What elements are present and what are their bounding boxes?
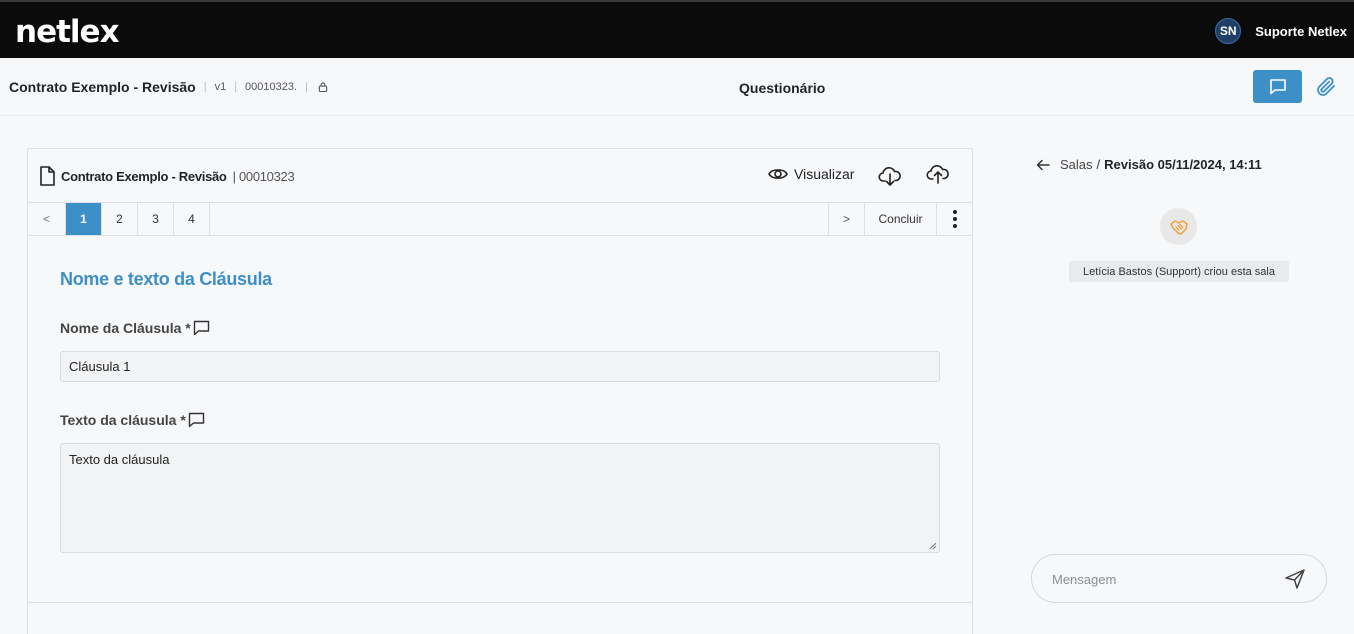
eye-icon bbox=[768, 169, 788, 179]
handshake-icon bbox=[1160, 208, 1197, 245]
conclude-button[interactable]: Concluir bbox=[865, 203, 937, 235]
panel-code: | 00010323 bbox=[232, 168, 295, 184]
divider bbox=[28, 602, 972, 603]
panel-title: Contrato Exemplo - Revisão bbox=[61, 168, 227, 184]
user-menu[interactable]: SN Suporte Netlex bbox=[1215, 18, 1347, 44]
page-2-button[interactable]: 2 bbox=[102, 203, 138, 235]
upload-icon[interactable] bbox=[926, 162, 950, 186]
clause-text-value: Texto da cláusula bbox=[69, 452, 170, 467]
clause-name-label-text: Nome da Cláusula * bbox=[60, 320, 191, 336]
questionnaire-panel: Contrato Exemplo - Revisão | 00010323 Vi… bbox=[27, 148, 973, 634]
divider: | bbox=[234, 81, 238, 93]
view-button-label: Visualizar bbox=[794, 166, 855, 182]
message-composer[interactable]: Mensagem bbox=[1031, 554, 1327, 603]
document-version: v1 bbox=[214, 81, 227, 93]
user-name[interactable]: Suporte Netlex bbox=[1255, 24, 1347, 39]
message-input[interactable]: Mensagem bbox=[1052, 572, 1116, 587]
avatar[interactable]: SN bbox=[1215, 18, 1242, 44]
breadcrumb-separator: / bbox=[1096, 157, 1101, 172]
breadcrumb-rooms-link[interactable]: Salas bbox=[1060, 157, 1093, 172]
resize-handle-icon[interactable] bbox=[929, 542, 937, 550]
divider: | bbox=[305, 81, 308, 93]
document-title: Contrato Exemplo - Revisão bbox=[9, 79, 196, 95]
document-code: 00010323. bbox=[245, 81, 298, 93]
clause-text-label: Texto da cláusula * bbox=[60, 412, 940, 428]
page-4-button[interactable]: 4 bbox=[174, 203, 210, 235]
document-header: Contrato Exemplo - Revisão | v1 | 000103… bbox=[0, 58, 1354, 116]
clause-text-textarea[interactable]: Texto da cláusula bbox=[60, 443, 940, 553]
more-vertical-icon[interactable] bbox=[937, 203, 972, 235]
clause-name-input[interactable]: Cláusula 1 bbox=[60, 351, 940, 382]
lock-icon bbox=[318, 82, 328, 92]
paperclip-icon[interactable] bbox=[1314, 75, 1338, 99]
send-icon[interactable] bbox=[1284, 568, 1306, 590]
next-page-button[interactable]: > bbox=[828, 203, 865, 235]
comment-icon[interactable] bbox=[188, 412, 205, 428]
page-3-button[interactable]: 3 bbox=[138, 203, 174, 235]
breadcrumb-current-room: Revisão 05/11/2024, 14:11 bbox=[1104, 157, 1262, 172]
panel-header: Contrato Exemplo - Revisão | 00010323 Vi… bbox=[28, 149, 972, 203]
chat-icon bbox=[1269, 79, 1286, 95]
view-button[interactable]: Visualizar bbox=[768, 166, 854, 182]
file-icon bbox=[40, 166, 55, 186]
page-1-button[interactable]: 1 bbox=[66, 203, 102, 235]
comment-icon[interactable] bbox=[193, 320, 210, 336]
chat-toggle-button[interactable] bbox=[1253, 70, 1302, 103]
breadcrumb: Salas / Revisão 05/11/2024, 14:11 bbox=[1036, 157, 1262, 172]
system-message: Letícia Bastos (Support) criou esta sala bbox=[1069, 261, 1289, 282]
top-navbar: netlex SN Suporte Netlex bbox=[0, 0, 1354, 58]
prev-page-button[interactable]: < bbox=[28, 203, 66, 235]
clause-form: Nome e texto da Cláusula Nome da Cláusul… bbox=[60, 269, 940, 553]
section-title: Nome e texto da Cláusula bbox=[60, 269, 272, 289]
clause-name-label: Nome da Cláusula * bbox=[60, 320, 940, 336]
clause-text-label-text: Texto da cláusula * bbox=[60, 412, 186, 428]
download-icon[interactable] bbox=[878, 164, 902, 188]
divider: | bbox=[203, 81, 207, 93]
page-pagination: < 1 2 3 4 > Concluir bbox=[28, 203, 972, 236]
arrow-left-icon[interactable] bbox=[1036, 159, 1050, 171]
page-title: Questionário bbox=[739, 80, 826, 96]
netlex-logo[interactable]: netlex bbox=[15, 14, 120, 50]
